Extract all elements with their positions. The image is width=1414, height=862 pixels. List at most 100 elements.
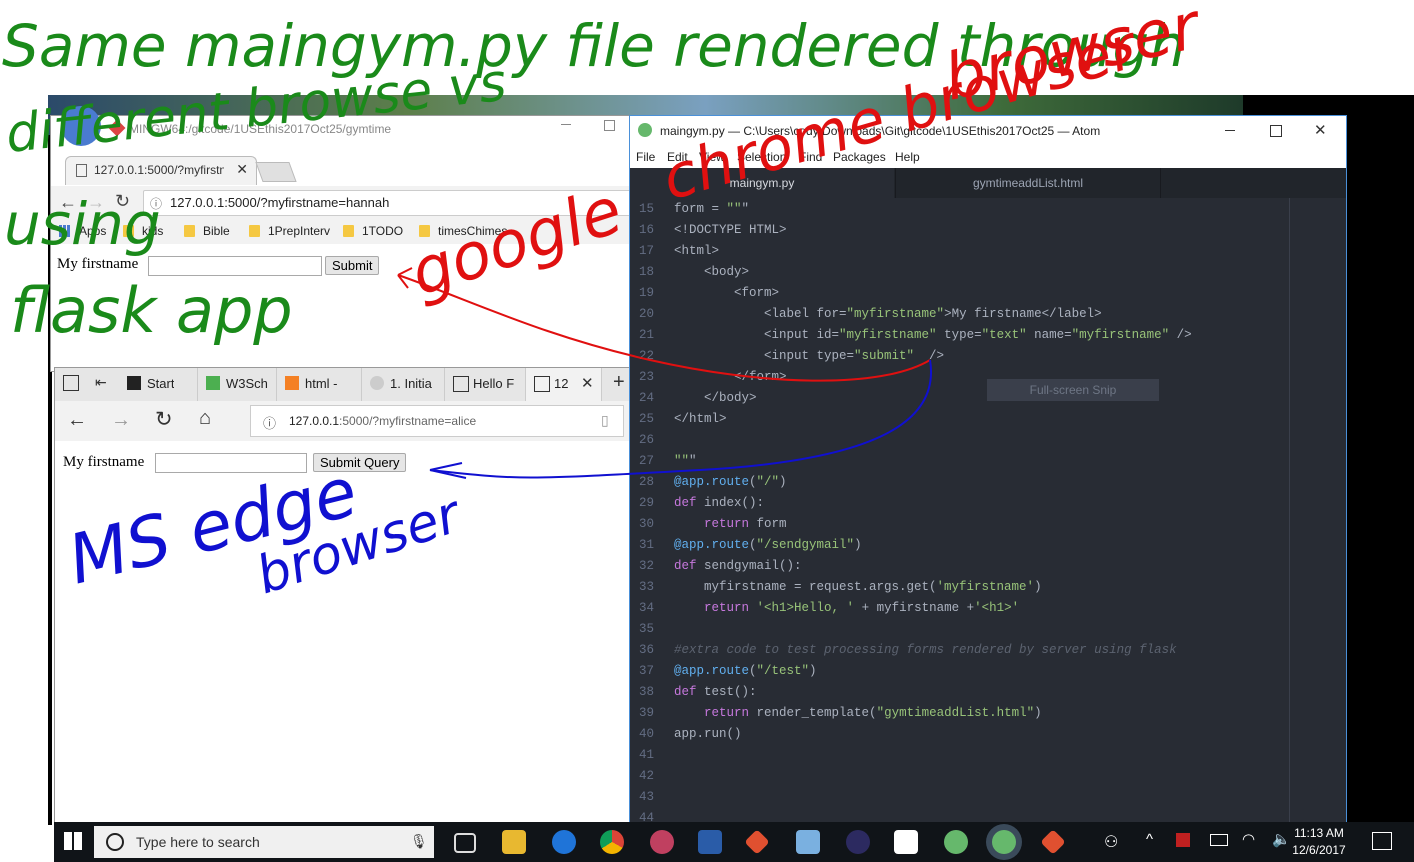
chrome-window-title: MINGW64:/gitcode/1USEthis2017Oct25/gymti… — [129, 122, 392, 136]
new-tab-button[interactable] — [255, 162, 297, 182]
atom-active-icon[interactable] — [992, 830, 1016, 854]
edge-icon[interactable] — [552, 830, 576, 854]
code-line: <form> — [674, 286, 780, 300]
reload-icon[interactable]: ↻ — [115, 191, 130, 212]
back-icon[interactable]: ← — [59, 192, 77, 213]
git-icon[interactable] — [744, 829, 770, 855]
edge-url-host: 127.0.0.1 — [289, 414, 340, 428]
bookmark-label: timesChimes — [438, 224, 508, 238]
firstname-input[interactable] — [148, 256, 322, 276]
bookmark-label: Bible — [203, 224, 230, 238]
tab-maingym[interactable]: maingym.py — [630, 168, 894, 198]
menu-help[interactable]: Help — [895, 150, 920, 164]
chrome-window: MINGW64:/gitcode/1USEthis2017Oct25/gymti… — [50, 106, 633, 372]
security-icon[interactable] — [1176, 833, 1190, 847]
home-icon[interactable]: ⌂ — [199, 407, 211, 430]
line-number: 28 — [638, 475, 654, 489]
notepad-icon[interactable] — [796, 830, 820, 854]
git-gui-icon[interactable] — [1040, 829, 1066, 855]
bookmark-prepinterv[interactable]: 1PrepInterv — [249, 224, 330, 238]
edge-address-bar[interactable]: ⓘ 127.0.0.1:5000/?myfirstname=alice ▯ — [250, 405, 624, 437]
task-view-icon[interactable] — [454, 833, 476, 853]
minimize-button[interactable] — [1225, 130, 1235, 131]
edge-tab-w3schools[interactable]: W3Sch — [198, 368, 277, 401]
reading-view-icon[interactable]: ▯ — [601, 412, 609, 429]
firstname-input[interactable] — [155, 453, 307, 473]
bookmark-todo[interactable]: 1TODO — [343, 224, 403, 238]
menu-edit[interactable]: Edit — [667, 150, 688, 164]
file-explorer-icon[interactable] — [502, 830, 526, 854]
apps-grid-icon — [59, 225, 71, 237]
line-number: 23 — [638, 370, 654, 384]
edge-navbar: ← → ↻ ⌂ ⓘ 127.0.0.1:5000/?myfirstname=al… — [55, 401, 631, 441]
set-aside-tabs-icon[interactable]: ⇤ — [95, 374, 107, 391]
bookmark-bible[interactable]: Bible — [184, 224, 230, 238]
close-tab-icon[interactable]: ✕ — [581, 374, 594, 392]
microphone-icon[interactable]: 🎙 — [410, 833, 428, 850]
bing-icon — [127, 376, 141, 390]
code-line: def index(): — [674, 496, 765, 510]
chrome-tab[interactable]: 127.0.0.1:5000/?myfirstna ✕ — [65, 156, 257, 185]
bookmark-timeschimes[interactable]: timesChimes — [419, 224, 507, 238]
menu-file[interactable]: File — [636, 150, 655, 164]
firstname-label: My firstname — [63, 454, 145, 470]
menu-view[interactable]: View — [699, 150, 725, 164]
menu-selection[interactable]: Selection — [737, 150, 786, 164]
page-icon — [76, 164, 87, 177]
paint-icon[interactable] — [650, 830, 674, 854]
atom-icon[interactable] — [944, 830, 968, 854]
chrome-tabstrip: 127.0.0.1:5000/?myfirstna ✕ — [51, 156, 631, 186]
taskbar-clock[interactable]: 11:13 AM 12/6/2017 — [1284, 825, 1354, 859]
line-number: 34 — [638, 601, 654, 615]
edge-tab-start[interactable]: Start — [119, 368, 198, 401]
code-line: #extra code to test processing forms ren… — [674, 643, 1177, 657]
close-button[interactable]: ✕ — [1314, 121, 1327, 139]
new-tab-icon[interactable]: + — [613, 371, 625, 394]
show-hidden-icons[interactable]: ^ — [1146, 831, 1153, 848]
line-number: 25 — [638, 412, 654, 426]
tab-actions-icon[interactable] — [63, 375, 79, 391]
close-tab-icon[interactable]: ✕ — [236, 161, 248, 178]
windows-taskbar: Type here to search 🎙 ⚇ ^ ◠ 🔈 11:13 AM 1… — [54, 822, 1414, 862]
line-number: 18 — [638, 265, 654, 279]
code-editor[interactable]: 15 form = """ 16 <!DOCTYPE HTML> 17 <html> 18 … — [630, 198, 1346, 826]
powershell-icon[interactable] — [698, 830, 722, 854]
bookmark-kids[interactable]: kids — [123, 224, 163, 238]
edge-tab-active[interactable]: 12 ✕ — [526, 368, 602, 401]
chrome-icon[interactable] — [600, 830, 624, 854]
edge-tab-hello[interactable]: Hello F — [445, 368, 526, 401]
back-icon[interactable]: ← — [67, 409, 87, 432]
menu-find[interactable]: Find — [799, 150, 822, 164]
edge-page-content: My firstname Submit Query — [55, 441, 631, 828]
edge-tab-stackoverflow[interactable]: html - — [277, 368, 362, 401]
people-icon[interactable]: ⚇ — [1104, 832, 1118, 852]
code-line: <body> — [674, 265, 750, 279]
chrome-address-bar[interactable]: ⓘ 127.0.0.1:5000/?myfirstname=hannah — [143, 190, 633, 216]
edge-tab-title: html - — [305, 376, 338, 391]
bookmark-apps[interactable]: Apps — [59, 224, 106, 238]
edge-tab-flask[interactable]: 1. Initia — [362, 368, 445, 401]
forward-icon[interactable]: → — [111, 409, 131, 432]
eclipse-icon[interactable] — [846, 830, 870, 854]
windows-start-icon[interactable] — [64, 832, 82, 850]
tab-gymtimeaddlist[interactable]: gymtimeaddList.html — [895, 168, 1161, 198]
taskbar-search[interactable]: Type here to search 🎙 — [94, 826, 434, 858]
chrome-titlebar[interactable]: MINGW64:/gitcode/1USEthis2017Oct25/gymti… — [51, 106, 631, 150]
code-line: @app.route("/sendgymail") — [674, 538, 862, 552]
menu-packages[interactable]: Packages — [833, 150, 886, 164]
line-number: 15 — [638, 202, 654, 216]
maximize-button[interactable] — [1270, 125, 1282, 137]
line-number: 27 — [638, 454, 654, 468]
wifi-icon[interactable]: ◠ — [1242, 830, 1255, 848]
submit-button[interactable]: Submit — [325, 256, 380, 275]
notifications-icon[interactable] — [1372, 832, 1392, 850]
atom-titlebar[interactable]: maingym.py — C:\Users\cody\Downloads\Git… — [630, 116, 1346, 146]
mail-icon[interactable] — [894, 830, 918, 854]
power-icon[interactable] — [1210, 834, 1228, 846]
minimize-button[interactable] — [561, 124, 571, 125]
refresh-icon[interactable]: ↻ — [155, 407, 173, 432]
maximize-button[interactable] — [604, 120, 615, 131]
code-line: <!DOCTYPE HTML> — [674, 223, 787, 237]
forward-icon[interactable]: → — [87, 192, 105, 213]
submit-query-button[interactable]: Submit Query — [313, 453, 407, 472]
